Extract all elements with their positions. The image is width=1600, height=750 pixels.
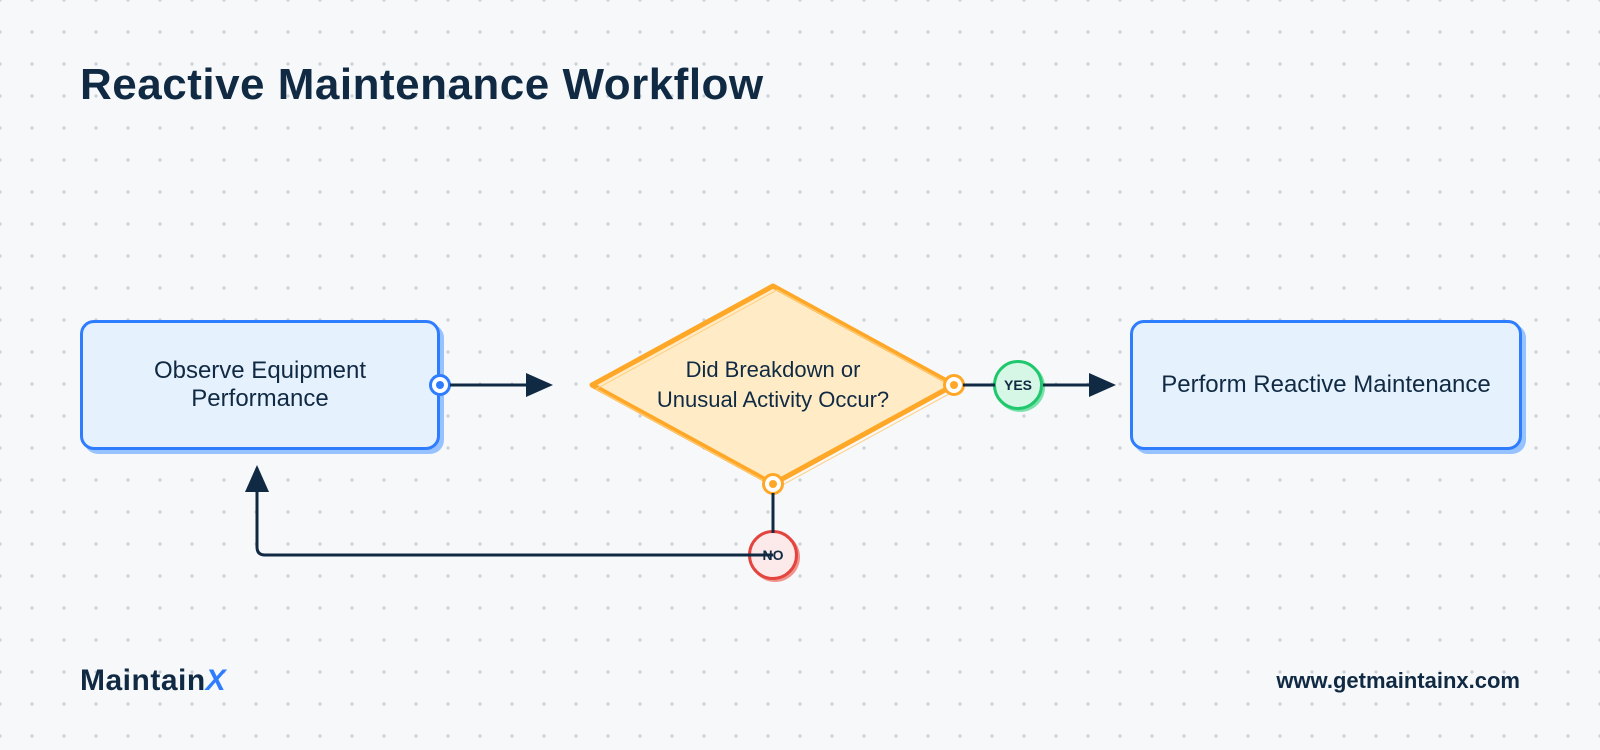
arrow-yes-to-perform <box>1043 375 1133 395</box>
node-observe-label: Observe Equipment Performance <box>107 357 413 413</box>
line-decision-to-yes <box>963 380 1003 390</box>
port-decision-right <box>943 374 965 396</box>
brand-logo: MaintainX <box>80 664 226 698</box>
brand-url: www.getmaintainx.com <box>1276 668 1520 694</box>
port-observe-right <box>429 374 451 396</box>
arrow-observe-to-decision <box>450 375 580 395</box>
node-perform: Perform Reactive Maintenance <box>1130 320 1522 450</box>
node-observe: Observe Equipment Performance <box>80 320 440 450</box>
brand-text: Maintain <box>80 664 206 697</box>
arrow-no-loop <box>250 450 780 580</box>
node-perform-label: Perform Reactive Maintenance <box>1161 371 1490 399</box>
node-decision-label: Did Breakdown or Unusual Activity Occur? <box>648 355 898 414</box>
badge-yes-label: YES <box>1004 377 1032 393</box>
brand-accent: X <box>206 664 227 697</box>
diagram-title: Reactive Maintenance Workflow <box>80 60 764 110</box>
